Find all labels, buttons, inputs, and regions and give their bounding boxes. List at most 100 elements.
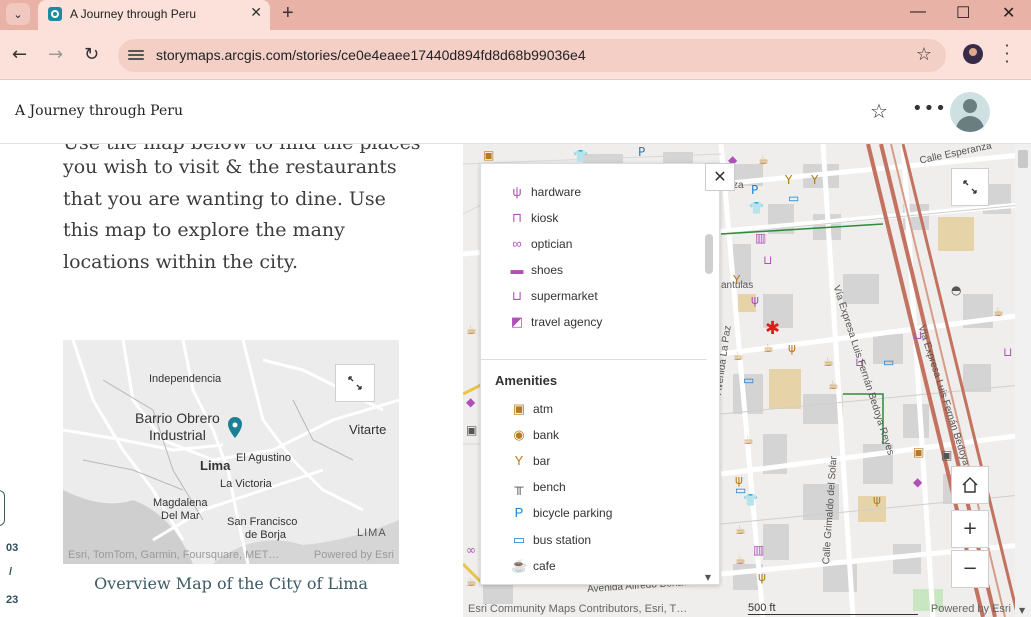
overview-label-barrio: Barrio Obrero [135,410,220,426]
svg-text:◆: ◆ [913,475,923,489]
overview-label-independencia: Independencia [149,373,222,385]
svg-text:▣: ▣ [941,448,952,462]
svg-text:▭: ▭ [883,355,894,369]
pager-current: 03 [6,542,19,554]
optician-icon: ∞ [512,236,522,251]
svg-text:✱: ✱ [765,318,780,339]
tab-close-icon[interactable]: ✕ [250,5,262,21]
overview-label-lima: Lima [200,458,231,473]
new-tab-button[interactable]: + [282,2,294,25]
svg-text:P: P [638,145,645,159]
svg-text:ψ: ψ [758,570,766,584]
back-arrow-icon[interactable]: ← [12,44,27,65]
svg-text:☕: ☕ [733,349,744,363]
interactive-map[interactable]: ▣ 👕 P ◆ ☕ Y Y P 👕 ▭ ▥ ⊔ Y ψ ✱ ☕ ☕ ψ ☕ ▭ … [463,144,1031,617]
map-home-button[interactable] [951,466,989,504]
pager-total: 23 [6,594,19,606]
expand-icon [963,180,977,194]
tab-search-chevron-icon[interactable]: ⌄ [6,3,30,25]
narrative-panel: Use the map below to find the places you… [0,144,463,617]
minimize-button[interactable]: — [910,3,926,21]
favorite-star-icon[interactable]: ☆ [870,99,888,123]
map-fullscreen-button[interactable] [951,168,989,206]
bus-station-icon: ▭ [512,532,526,547]
overview-attribution: Esri, TomTom, Garmin, Foursquare, MET… [68,549,280,561]
svg-text:ψ: ψ [873,493,881,507]
storymaps-favicon-icon [48,7,62,21]
cafe-icon: ☕ [511,558,528,573]
svg-text:▭: ▭ [743,373,754,387]
kiosk-icon: ⊓ [511,210,523,225]
overview-label-magdalena: Magdalena [153,497,208,509]
site-info-icon[interactable] [128,48,144,62]
map-legend-panel[interactable]: ψ hardware ⊓ kiosk ∞ optician ▬ shoes ⊔ … [480,163,720,585]
page-scrollbar[interactable]: ▼ [1015,144,1031,617]
window-close-button[interactable]: ✕ [1002,3,1015,23]
svg-text:☕: ☕ [735,523,746,537]
browser-tab[interactable]: A Journey through Peru ✕ [38,0,270,30]
navigation-drawer-handle[interactable] [0,490,5,526]
map-powered-by[interactable]: Powered by Esri [931,603,1011,615]
bicycle-parking-icon: P [514,505,524,520]
bar-icon: Y [514,453,524,468]
overview-map-caption: Overview Map of the City of Lima [94,574,368,593]
svg-text:ψ: ψ [788,341,796,355]
svg-text:Y: Y [784,173,793,187]
svg-text:▣: ▣ [913,445,924,459]
legend-close-button[interactable]: ✕ [705,163,735,191]
overview-label-vitarte: Vitarte [349,422,387,437]
overview-label-lima-caps: LIMA [357,527,387,539]
reload-icon[interactable]: ↻ [84,44,99,65]
browser-menu-icon[interactable]: · · · [1004,38,1010,70]
svg-text:⊔: ⊔ [763,253,772,267]
svg-text:▥: ▥ [753,543,764,557]
zoom-out-button[interactable]: − [951,550,989,588]
svg-text:☕: ☕ [758,153,769,167]
svg-text:Y: Y [810,173,819,187]
profile-avatar[interactable] [963,44,983,64]
svg-text:▭: ▭ [788,191,799,205]
forward-arrow-icon[interactable]: → [48,44,63,65]
legend-scroll-down-icon[interactable]: ▼ [705,573,711,582]
maximize-button[interactable]: ☐ [956,3,970,23]
svg-text:P: P [751,183,758,197]
scroll-down-arrow-icon[interactable]: ▼ [1019,606,1025,615]
more-options-icon[interactable]: ••• [912,98,947,119]
overview-label-la-victoria: La Victoria [220,478,272,490]
tab-title: A Journey through Peru [70,7,197,21]
browser-toolbar: ← → ↻ storymaps.arcgis.com/stories/ce0e4… [0,30,1031,80]
story-header: A Journey through Peru ☆ ••• [0,80,1031,144]
shoes-icon: ▬ [510,262,524,277]
svg-text:◓: ◓ [951,283,961,297]
user-avatar[interactable] [950,92,990,132]
overview-label-del-mar: Del Mar [161,510,200,522]
address-bar[interactable]: storymaps.arcgis.com/stories/ce0e4eaee17… [118,39,946,72]
bookmark-star-icon[interactable]: ☆ [916,44,932,65]
overview-map[interactable]: Independencia Barrio Obrero Industrial V… [63,340,399,564]
zoom-in-button[interactable]: + [951,510,989,548]
story-title: A Journey through Peru [15,103,183,119]
map-attribution: Esri Community Maps Contributors, Esri, … [468,603,688,615]
svg-text:👕: 👕 [743,493,758,507]
svg-text:☕: ☕ [993,305,1004,319]
svg-text:☕: ☕ [763,341,774,355]
url-text[interactable]: storymaps.arcgis.com/stories/ce0e4eaee17… [156,47,586,63]
page-scrollbar-thumb[interactable] [1018,150,1028,168]
svg-text:☕: ☕ [735,553,746,567]
narrative-paragraph: you wish to visit & the restaurants that… [63,156,397,273]
overview-powered-by[interactable]: Powered by Esri [314,549,394,561]
legend-section-amenities: Amenities [495,373,558,388]
svg-text:▣: ▣ [466,423,477,437]
bank-icon: ◉ [513,427,525,442]
overview-expand-button[interactable] [335,364,375,402]
overview-label-de-borja: de Borja [245,529,286,541]
svg-text:☕: ☕ [828,378,839,392]
svg-text:☕: ☕ [466,323,477,337]
travel-agency-icon: ◩ [510,314,524,329]
pager-separator: / [9,566,13,578]
svg-text:∞: ∞ [466,543,476,557]
browser-tab-bar: ⌄ A Journey through Peru ✕ + — ☐ ✕ [0,0,1031,30]
legend-scrollbar[interactable] [705,234,713,274]
supermarket-icon: ⊔ [511,288,523,303]
svg-text:👕: 👕 [749,201,764,215]
